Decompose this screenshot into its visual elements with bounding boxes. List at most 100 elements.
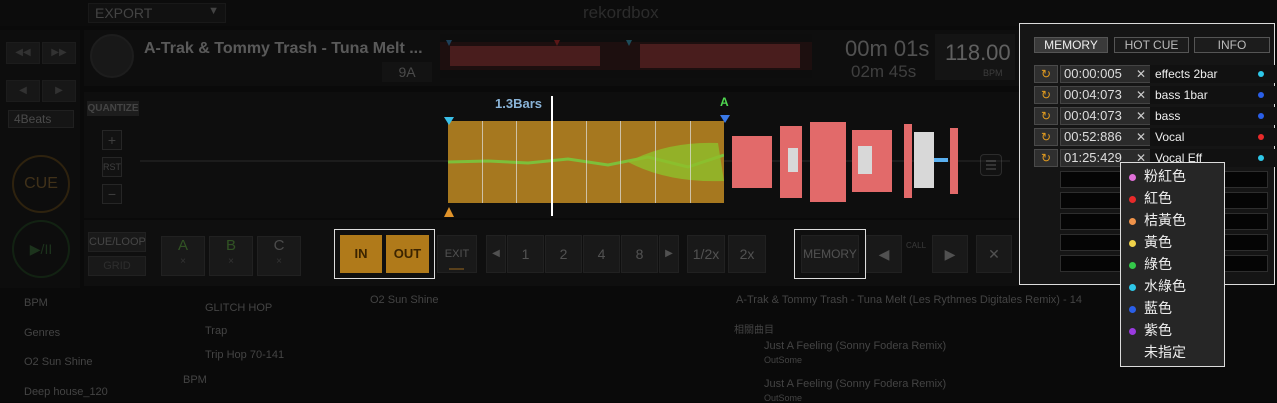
- loop-icon[interactable]: ↻: [1034, 149, 1058, 167]
- track-title: A-Trak & Tommy Trash - Tuna Melt ...: [144, 40, 423, 57]
- tree-item[interactable]: Trap: [205, 325, 227, 337]
- zoom-in-button[interactable]: +: [102, 130, 122, 150]
- track-waveform-graphic: [732, 122, 958, 202]
- loop-in-button[interactable]: IN: [340, 235, 382, 273]
- bpm-value: 118.00: [945, 40, 1011, 65]
- color-option-blue[interactable]: 藍色: [1129, 297, 1172, 319]
- color-option-green[interactable]: 綠色: [1129, 253, 1172, 275]
- loop-4-button[interactable]: 4: [583, 235, 620, 273]
- yellow-dot-icon: [1129, 239, 1136, 247]
- cue-button[interactable]: CUE: [12, 155, 70, 213]
- beat-line: [620, 121, 621, 203]
- loop-icon[interactable]: ↻: [1034, 128, 1058, 146]
- cue-color-dot[interactable]: [1258, 71, 1264, 77]
- related-track-title[interactable]: Just A Feeling (Sonny Fodera Remix): [764, 378, 946, 390]
- next-track-button[interactable]: ▶▶: [42, 42, 76, 64]
- loop-icon[interactable]: ↻: [1034, 65, 1058, 83]
- tab-info[interactable]: INFO: [1194, 37, 1270, 53]
- search-back-button[interactable]: ◀: [6, 80, 40, 102]
- delete-icon[interactable]: ✕: [1134, 108, 1148, 124]
- tree-item[interactable]: Genres: [24, 327, 60, 339]
- beat-line: [655, 121, 656, 203]
- loop-2-button[interactable]: 2: [545, 235, 582, 273]
- quantize-toggle[interactable]: QUANTIZE: [87, 101, 139, 116]
- beat-loop-select[interactable]: 4Beats: [8, 110, 74, 128]
- delete-icon[interactable]: ×: [210, 256, 252, 267]
- tree-item[interactable]: O2 Sun Shine: [24, 356, 93, 368]
- cue-color-dot[interactable]: [1258, 113, 1264, 119]
- zoom-reset-button[interactable]: RST: [102, 157, 122, 177]
- hot-cue-a-button[interactable]: A ×: [161, 236, 205, 276]
- call-prev-button[interactable]: ◀: [866, 235, 902, 273]
- color-option-none[interactable]: 未指定: [1129, 341, 1186, 363]
- color-option-orange[interactable]: 桔黃色: [1129, 209, 1186, 231]
- color-option-pink[interactable]: 粉紅色: [1129, 165, 1186, 187]
- remaining-time: 02m 45s: [851, 62, 917, 81]
- color-option-red[interactable]: 紅色: [1129, 187, 1172, 209]
- related-track-title[interactable]: Just A Feeling (Sonny Fodera Remix): [764, 340, 946, 352]
- delete-icon[interactable]: ✕: [1134, 87, 1148, 103]
- bpm-label: BPM: [983, 68, 1003, 78]
- related-tracks-header: A-Trak & Tommy Trash - Tuna Melt (Les Ry…: [736, 294, 1082, 306]
- memory-cue-row[interactable]: ↻ 00:00:005 ✕ effects 2bar: [1034, 65, 1277, 83]
- export-mode-select[interactable]: EXPORT ▼: [88, 3, 226, 23]
- call-next-button[interactable]: ▶: [932, 235, 968, 273]
- loop-out-button[interactable]: OUT: [386, 235, 429, 273]
- memory-cue-row[interactable]: ↻ 00:04:073 ✕ bass 1bar: [1034, 86, 1277, 104]
- track-key: 9A: [382, 62, 432, 82]
- related-track-artist: OutSome: [764, 355, 803, 365]
- hot-cue-b-button[interactable]: B ×: [209, 236, 253, 276]
- tab-hot-cue[interactable]: HOT CUE: [1114, 37, 1189, 53]
- memory-button[interactable]: MEMORY: [801, 235, 859, 273]
- play-pause-button[interactable]: ▶/II: [12, 220, 70, 278]
- memory-cue-row[interactable]: ↻ 00:52:886 ✕ Vocal: [1034, 128, 1277, 146]
- loop-in-marker-icon: [444, 112, 454, 125]
- tree-item[interactable]: Trip Hop 70-141: [205, 349, 284, 361]
- jog-disc: [90, 34, 134, 78]
- color-option-yellow[interactable]: 黃色: [1129, 231, 1172, 253]
- memory-cue-row[interactable]: ↻ 00:04:073 ✕ bass: [1034, 107, 1277, 125]
- loop-8-button[interactable]: 8: [621, 235, 658, 273]
- cue-loop-mode-button[interactable]: CUE/LOOP: [88, 232, 146, 252]
- export-mode-label: EXPORT: [95, 5, 153, 21]
- loop-prev-button[interactable]: ◀: [486, 235, 506, 273]
- prev-track-button[interactable]: ◀◀: [6, 42, 40, 64]
- pink-dot-icon: [1129, 173, 1136, 181]
- color-option-aqua[interactable]: 水綠色: [1129, 275, 1186, 297]
- menu-list-icon[interactable]: [980, 154, 1002, 176]
- beat-line: [516, 121, 517, 203]
- grid-mode-button[interactable]: GRID: [88, 256, 146, 276]
- hot-cue-label: A: [177, 237, 188, 254]
- loop-next-button[interactable]: ▶: [659, 235, 679, 273]
- tree-item[interactable]: Deep house_120: [24, 386, 108, 398]
- beat-line: [482, 121, 483, 203]
- cue-color-dot[interactable]: [1258, 134, 1264, 140]
- zoom-out-button[interactable]: −: [102, 184, 122, 204]
- loop-double-button[interactable]: 2x: [728, 235, 766, 273]
- color-option-purple[interactable]: 紫色: [1129, 319, 1172, 341]
- tree-item[interactable]: GLITCH HOP: [205, 302, 272, 314]
- loop-half-button[interactable]: 1/2x: [687, 235, 725, 273]
- cue-color-dot[interactable]: [1258, 155, 1264, 161]
- delete-icon[interactable]: ×: [258, 256, 300, 267]
- loop-icon[interactable]: ↻: [1034, 86, 1058, 104]
- delete-icon[interactable]: ✕: [1134, 66, 1148, 82]
- overview-waveform[interactable]: [440, 34, 812, 78]
- memory-cue-marker-icon: [720, 110, 730, 123]
- tab-memory[interactable]: MEMORY: [1034, 37, 1108, 53]
- loop-icon[interactable]: ↻: [1034, 107, 1058, 125]
- tree-item[interactable]: BPM: [183, 374, 207, 386]
- search-forward-button[interactable]: ▶: [42, 80, 76, 102]
- app-logo: rekordbox: [583, 3, 659, 22]
- tree-item[interactable]: BPM: [24, 297, 48, 309]
- delete-icon[interactable]: ×: [162, 256, 204, 267]
- overview-waveform-graphic: [440, 40, 812, 70]
- cue-color-dot[interactable]: [1258, 92, 1264, 98]
- loop-1-button[interactable]: 1: [507, 235, 544, 273]
- orange-dot-icon: [1129, 217, 1136, 225]
- beat-line: [586, 121, 587, 203]
- delete-icon[interactable]: ✕: [1134, 129, 1148, 145]
- delete-cue-button[interactable]: ✕: [976, 235, 1012, 273]
- playhead[interactable]: [551, 96, 553, 216]
- hot-cue-c-button[interactable]: C ×: [257, 236, 301, 276]
